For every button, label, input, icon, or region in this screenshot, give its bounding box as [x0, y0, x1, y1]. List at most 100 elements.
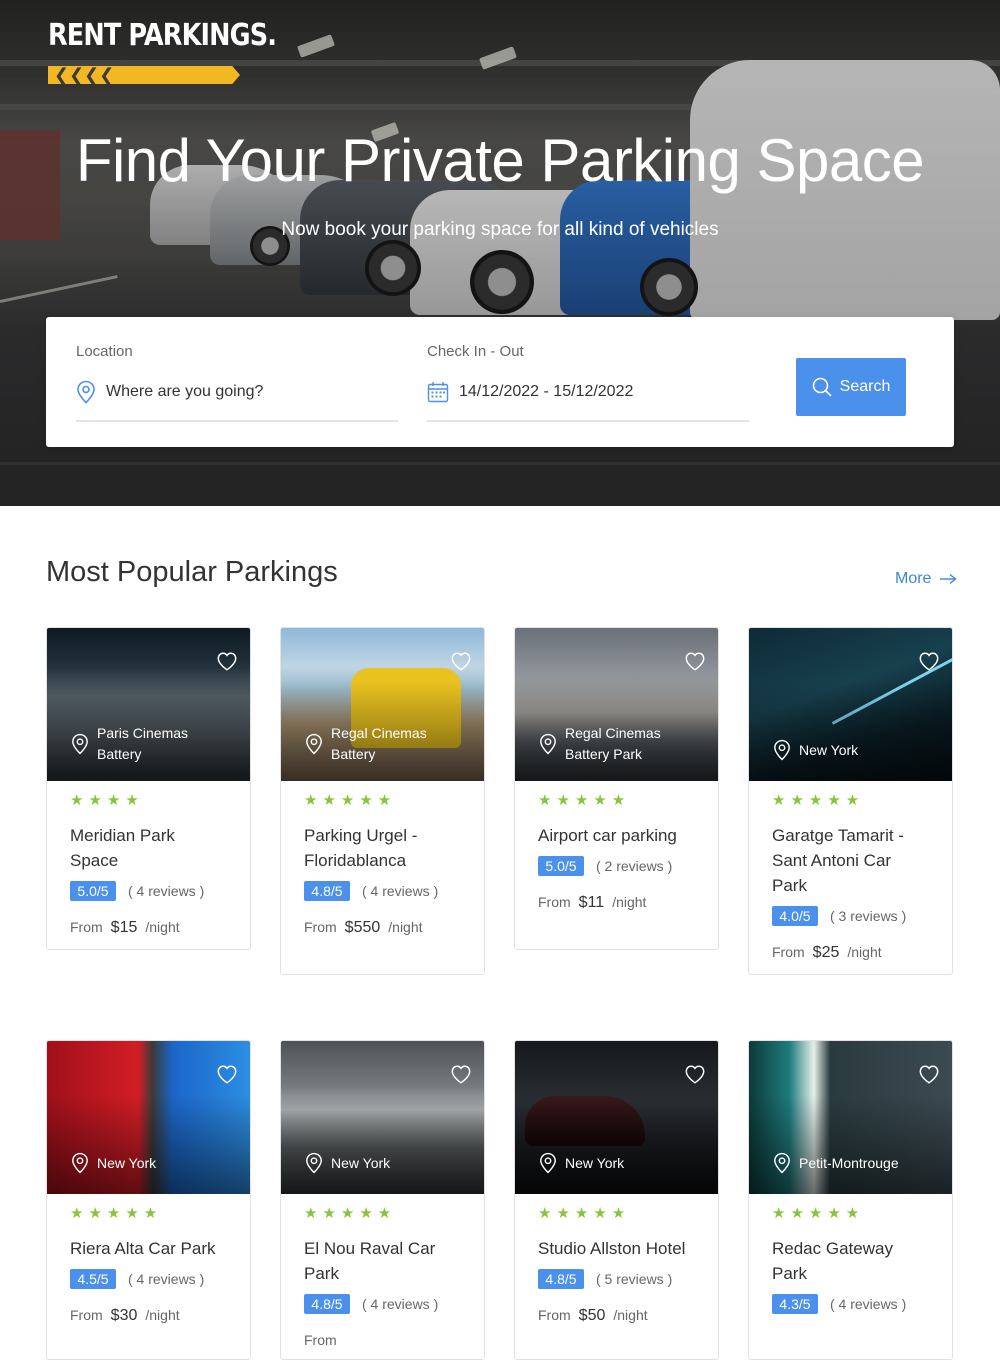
rating-stars: ★★★★★ — [538, 792, 631, 809]
listing-location-text: New York — [799, 741, 859, 758]
price-value: $30 — [110, 1307, 138, 1324]
listing-name[interactable]: Meridian Park Space — [70, 823, 227, 873]
dates-underline — [427, 420, 749, 422]
more-link-label: More — [895, 570, 932, 587]
heart-icon[interactable] — [216, 650, 238, 672]
listing-card[interactable]: New York ★★★★★ Studio Allston Hotel 4.8/… — [514, 1040, 719, 1360]
review-count: ( 3 reviews ) — [830, 908, 907, 924]
rating-badge: 4.8/5 — [538, 1269, 584, 1289]
heart-icon[interactable] — [684, 650, 706, 672]
listing-location-text: Paris Cinemas Battery — [97, 725, 189, 762]
rating-stars: ★★★★★ — [304, 1205, 397, 1222]
map-pin-icon — [306, 1152, 322, 1174]
map-pin-icon — [774, 739, 790, 761]
brand-chevron-bar: ❮❮❮❮ — [48, 66, 240, 84]
rating-badge: 5.0/5 — [538, 856, 584, 876]
review-count: ( 4 reviews ) — [128, 1271, 205, 1287]
listing-photo[interactable]: New York — [281, 1041, 484, 1194]
listing-photo[interactable]: Petit-Montrouge — [749, 1041, 952, 1194]
rating-badge: 4.8/5 — [304, 881, 350, 901]
listing-name[interactable]: Parking Urgel - Floridablanca — [304, 823, 461, 873]
listing-photo[interactable]: Regal Cinemas Battery — [281, 628, 484, 781]
heart-icon[interactable] — [450, 1063, 472, 1085]
listing-photo[interactable]: New York — [749, 628, 952, 781]
listing-name[interactable]: El Nou Raval Car Park — [304, 1236, 461, 1286]
brand-logo[interactable]: RENT PARKINGS. ❮❮❮❮ — [48, 18, 316, 84]
dates-input[interactable]: 14/12/2022 - 15/12/2022 — [459, 383, 633, 401]
price-prefix: From — [70, 919, 103, 935]
search-button-label: Search — [839, 378, 891, 395]
map-pin-icon — [540, 733, 556, 755]
location-label: Location — [76, 343, 133, 360]
search-button[interactable]: Search — [796, 358, 906, 416]
listing-location-text: Regal Cinemas Battery — [331, 725, 427, 762]
rating-badge: 4.8/5 — [304, 1294, 350, 1314]
listing-location: New York — [305, 1152, 390, 1174]
price-value: $550 — [344, 919, 381, 936]
listing-name[interactable]: Riera Alta Car Park — [70, 1236, 227, 1261]
listing-location: Paris Cinemas Battery — [71, 723, 227, 765]
listing-card[interactable]: Paris Cinemas Battery ★★★★ Meridian Park… — [46, 627, 251, 950]
listing-location: Regal Cinemas Battery — [305, 723, 461, 765]
listing-card[interactable]: New York ★★★★★ El Nou Raval Car Park 4.8… — [280, 1040, 485, 1360]
listing-photo[interactable]: New York — [47, 1041, 250, 1194]
dates-field[interactable]: Check In - Out 14/12/2022 - 15/12/2022 — [427, 343, 749, 422]
listing-location-text: New York — [331, 1154, 391, 1171]
listing-photo[interactable]: Regal Cinemas Battery Park — [515, 628, 718, 781]
brand-name: RENT PARKINGS. — [48, 18, 277, 53]
price-unit: /night — [145, 1307, 180, 1323]
heart-icon[interactable] — [450, 650, 472, 672]
listing-photo[interactable]: Paris Cinemas Battery — [47, 628, 250, 781]
location-input[interactable]: Where are you going? — [106, 383, 263, 401]
rating-stars: ★★★★★ — [538, 1205, 631, 1222]
listing-card[interactable]: Petit-Montrouge ★★★★★ Redac Gateway Park… — [748, 1040, 953, 1360]
listing-name[interactable]: Studio Allston Hotel — [538, 1236, 695, 1261]
heart-icon[interactable] — [216, 1063, 238, 1085]
listing-card[interactable]: Regal Cinemas Battery Park ★★★★★ Airport… — [514, 627, 719, 950]
map-pin-icon — [72, 733, 88, 755]
listing-name[interactable]: Garatge Tamarit - Sant Antoni Car Park — [772, 823, 929, 898]
heart-icon[interactable] — [918, 650, 940, 672]
location-field[interactable]: Location Where are you going? — [76, 343, 398, 422]
rating-badge: 4.0/5 — [772, 906, 818, 926]
rating-badge: 4.5/5 — [70, 1269, 116, 1289]
heart-icon[interactable] — [684, 1063, 706, 1085]
listing-location: Regal Cinemas Battery Park — [539, 723, 695, 765]
heart-icon[interactable] — [918, 1063, 940, 1085]
review-count: ( 4 reviews ) — [362, 1296, 439, 1312]
rating-stars: ★★★★ — [70, 792, 144, 809]
listing-photo[interactable]: New York — [515, 1041, 718, 1194]
search-icon — [812, 377, 832, 397]
calendar-icon — [427, 382, 449, 403]
price-prefix: From — [70, 1307, 103, 1323]
listing-location: Petit-Montrouge — [773, 1152, 899, 1174]
rating-stars: ★★★★★ — [772, 792, 865, 809]
more-link[interactable]: More — [895, 570, 958, 588]
rating-stars: ★★★★★ — [772, 1205, 865, 1222]
price-prefix: From — [538, 1307, 571, 1323]
listing-card[interactable]: New York ★★★★★ Riera Alta Car Park 4.5/5… — [46, 1040, 251, 1360]
map-pin-icon — [306, 733, 322, 755]
price-prefix: From — [304, 919, 337, 935]
price-prefix: From — [538, 894, 571, 910]
listing-card[interactable]: Regal Cinemas Battery ★★★★★ Parking Urge… — [280, 627, 485, 975]
map-pin-icon — [72, 1152, 88, 1174]
price-unit: /night — [388, 919, 423, 935]
listing-card[interactable]: New York ★★★★★ Garatge Tamarit - Sant An… — [748, 627, 953, 975]
listing-name[interactable]: Redac Gateway Park — [772, 1236, 929, 1286]
listing-location: New York — [539, 1152, 624, 1174]
dates-label: Check In - Out — [427, 343, 524, 360]
listing-location: New York — [773, 739, 858, 761]
rating-badge: 4.3/5 — [772, 1294, 818, 1314]
listing-location-text: New York — [565, 1154, 625, 1171]
price-unit: /night — [612, 894, 647, 910]
price-unit: /night — [847, 944, 882, 960]
hero-subtitle: Now book your parking space for all kind… — [281, 219, 719, 240]
price-value: $50 — [578, 1307, 606, 1324]
map-pin-icon — [774, 1152, 790, 1174]
price-value: $11 — [578, 894, 605, 911]
arrow-right-icon — [940, 573, 958, 585]
listing-location: New York — [71, 1152, 156, 1174]
listing-name[interactable]: Airport car parking — [538, 823, 695, 848]
price-prefix: From — [304, 1332, 337, 1348]
